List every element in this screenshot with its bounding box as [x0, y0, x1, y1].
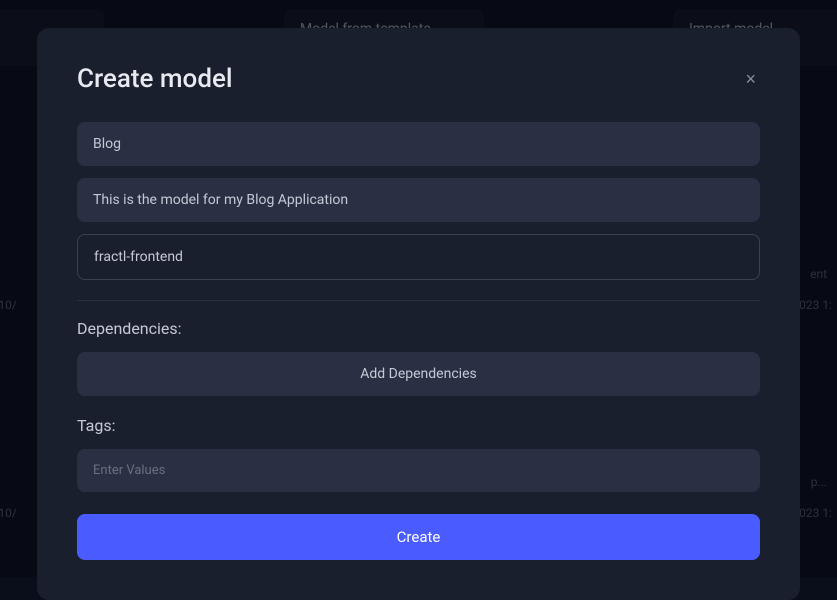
modal-header: Create model ×: [77, 64, 760, 94]
close-button[interactable]: ×: [741, 65, 760, 94]
divider: [77, 300, 760, 301]
add-dependencies-button[interactable]: Add Dependencies: [77, 352, 760, 396]
modal-title: Create model: [77, 64, 233, 94]
dependencies-label: Dependencies:: [77, 319, 760, 338]
model-description-input[interactable]: [77, 178, 760, 222]
model-name-input[interactable]: [77, 122, 760, 166]
tags-label: Tags:: [77, 416, 760, 435]
project-input[interactable]: [77, 234, 760, 280]
tags-input[interactable]: [77, 449, 760, 492]
create-model-modal: Create model × Dependencies: Add Depende…: [37, 28, 800, 600]
create-button[interactable]: Create: [77, 514, 760, 560]
